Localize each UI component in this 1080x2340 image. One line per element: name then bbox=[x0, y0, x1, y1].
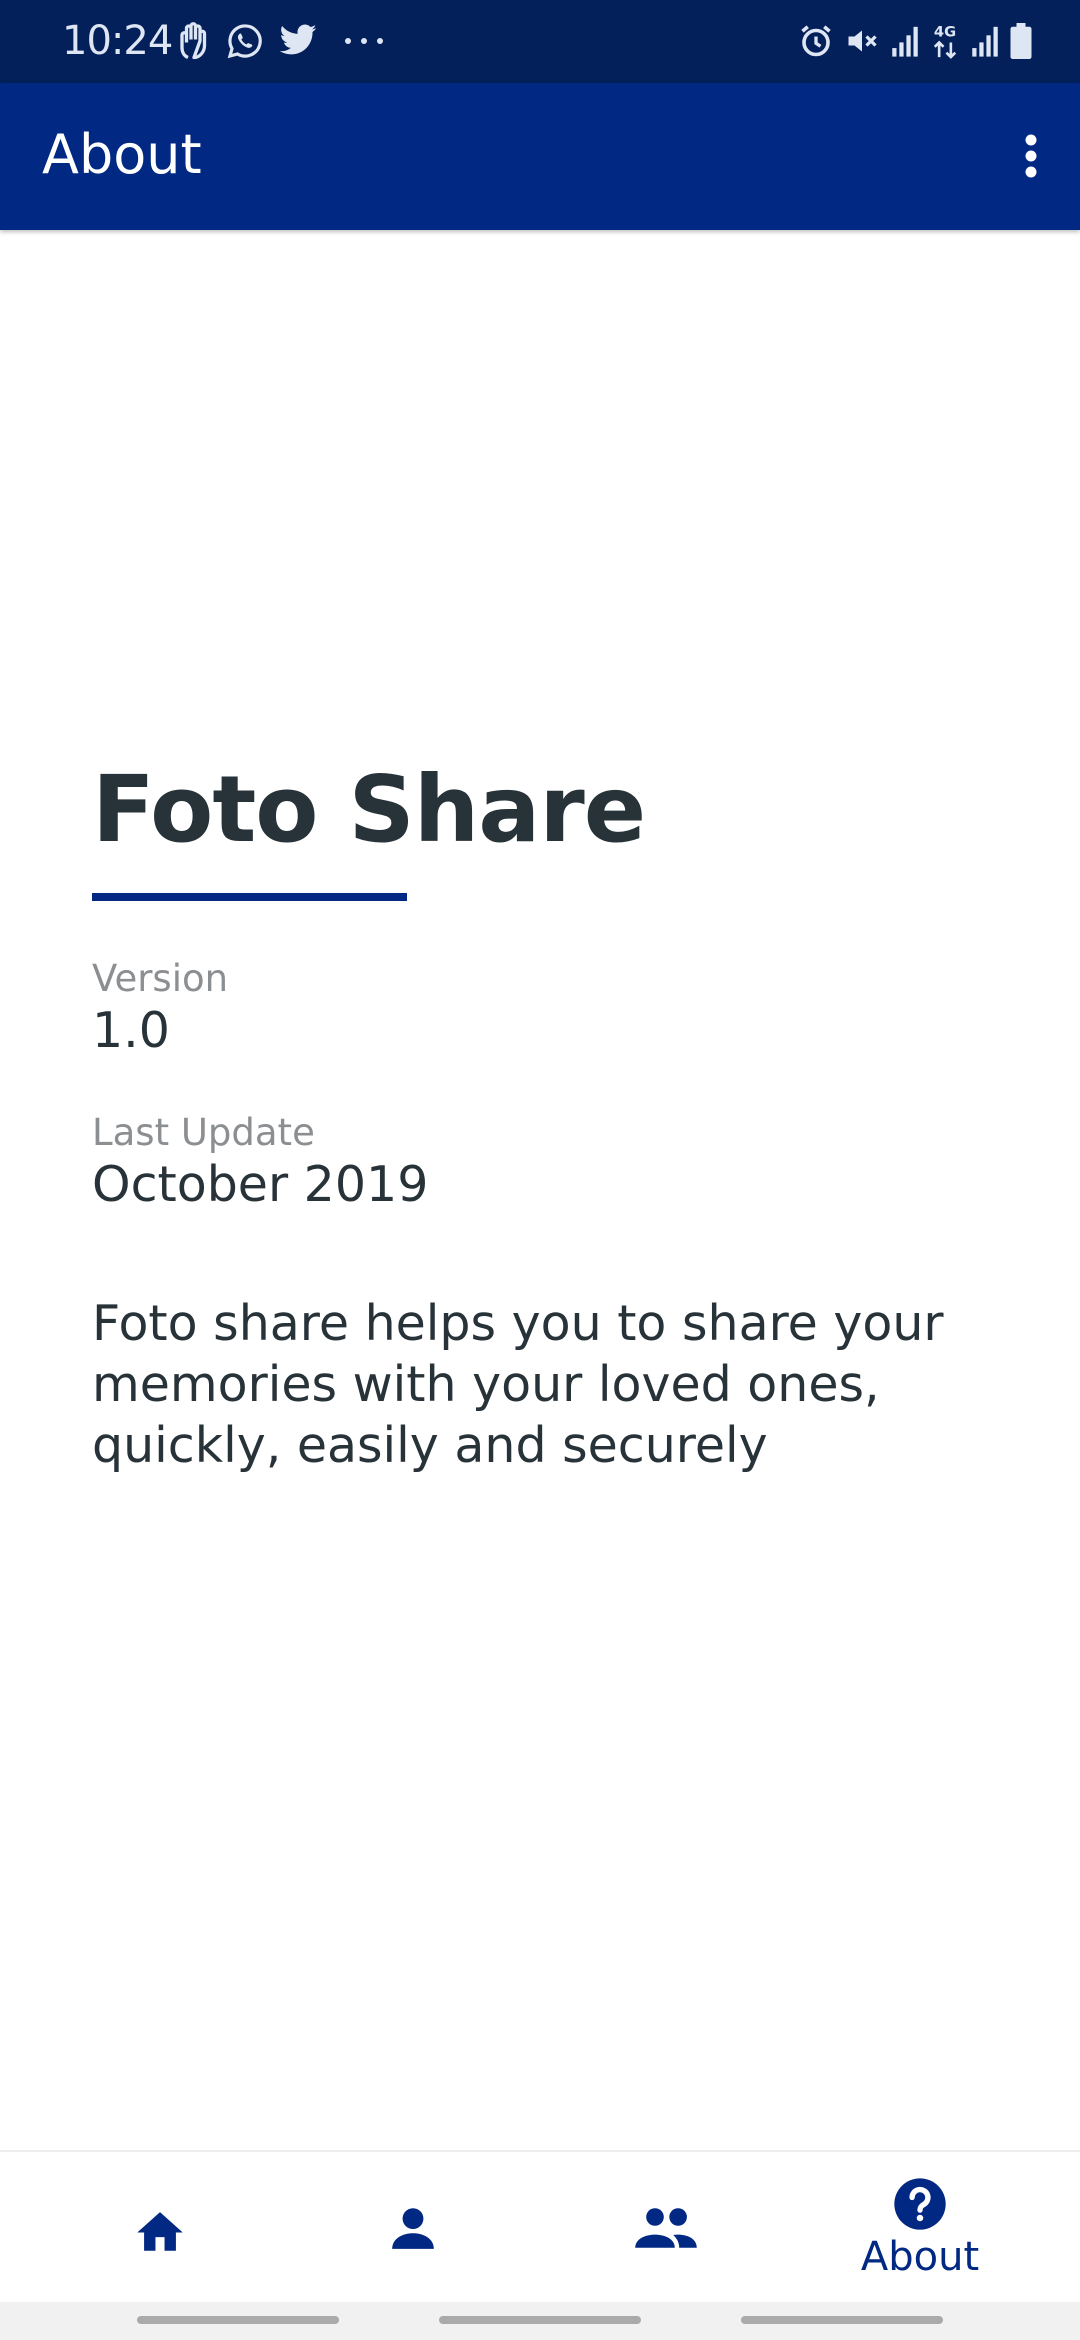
last-update-label: Last Update bbox=[92, 1111, 315, 1154]
page-title: About bbox=[42, 123, 202, 186]
status-bar: 10:24 4G bbox=[0, 0, 1080, 83]
home-icon bbox=[137, 2212, 183, 2251]
title-underline bbox=[92, 893, 407, 901]
home-handle[interactable] bbox=[439, 2316, 641, 2324]
more-notifications-icon bbox=[345, 38, 383, 44]
recent-apps-handle[interactable] bbox=[137, 2316, 339, 2324]
whatsapp-icon bbox=[227, 24, 262, 59]
alarm-icon bbox=[801, 25, 831, 57]
mute-icon bbox=[848, 30, 877, 52]
nav-profile[interactable] bbox=[278, 2152, 548, 2304]
version-label: Version bbox=[92, 957, 229, 1000]
app-bar: About bbox=[0, 83, 1080, 230]
4g-label: 4G bbox=[934, 24, 956, 41]
help-icon bbox=[894, 2178, 946, 2230]
person-icon bbox=[392, 2208, 434, 2249]
bottom-navigation: About bbox=[0, 2150, 1080, 2304]
gesture-hand-icon bbox=[180, 22, 207, 60]
signal-icon bbox=[892, 26, 918, 57]
app-description: Foto share helps you to share your memor… bbox=[92, 1295, 944, 1474]
version-value: 1.0 bbox=[92, 1002, 170, 1059]
back-handle[interactable] bbox=[741, 2316, 943, 2324]
overflow-menu-button[interactable] bbox=[996, 121, 1066, 191]
nav-home[interactable] bbox=[25, 2152, 295, 2304]
about-content: Foto Share Version 1.0 Last Update Octob… bbox=[92, 755, 992, 1476]
nav-about[interactable]: About bbox=[785, 2152, 1055, 2304]
group-icon bbox=[635, 2208, 697, 2248]
about-screen: 10:24 4G About Foto Share Version 1.0 La… bbox=[0, 0, 1080, 2340]
4g-data-icon: 4G bbox=[933, 24, 957, 59]
system-navigation-bar bbox=[0, 2302, 1080, 2340]
notification-icons bbox=[176, 18, 386, 64]
system-status-icons: 4G bbox=[798, 18, 1032, 64]
nav-about-label: About bbox=[860, 2234, 980, 2280]
app-name: Foto Share bbox=[92, 756, 646, 863]
twitter-icon bbox=[279, 24, 317, 55]
signal-icon bbox=[972, 26, 998, 57]
status-time: 10:24 bbox=[62, 18, 173, 64]
battery-icon bbox=[1010, 23, 1032, 59]
more-vert-icon bbox=[1025, 134, 1037, 178]
last-update-value: October 2019 bbox=[92, 1156, 429, 1213]
nav-groups[interactable] bbox=[531, 2152, 801, 2304]
